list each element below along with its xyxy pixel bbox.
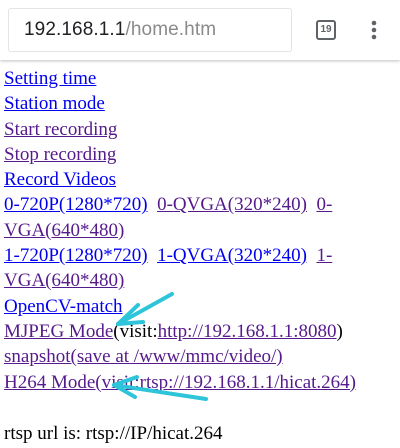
h264-mode-link[interactable]: H264 Mode(visit:rtsp://192.168.1.1/hicat… [4, 372, 356, 393]
browser-toolbar: 192.168.1.1/home.htm 19 [0, 0, 400, 60]
tab-switcher-button[interactable]: 19 [312, 16, 340, 44]
url-host: 192.168.1.1 [24, 19, 126, 40]
start-recording-link[interactable]: Start recording [4, 119, 117, 140]
res-0-qvga-link[interactable]: 0-QVGA(320*240) [157, 194, 307, 215]
mjpeg-visit-prefix: (visit: [113, 320, 158, 342]
stop-recording-link[interactable]: Stop recording [4, 144, 116, 165]
opencv-match-link[interactable]: OpenCV-match [4, 296, 123, 317]
res-1-qvga-link[interactable]: 1-QVGA(320*240) [157, 245, 307, 266]
record-videos-link[interactable]: Record Videos [4, 169, 116, 190]
setting-time-link[interactable]: Setting time [4, 68, 96, 89]
mjpeg-mode-link[interactable]: MJPEG Mode [4, 321, 113, 342]
snapshot-link[interactable]: snapshot(save at /www/mmc/video/) [4, 346, 283, 367]
mjpeg-url-link[interactable]: http://192.168.1.1:8080 [158, 321, 337, 342]
res-0-720p-link[interactable]: 0-720P(1280*720) [4, 194, 148, 215]
station-mode-link[interactable]: Station mode [4, 93, 105, 114]
more-vert-icon [371, 20, 377, 40]
address-bar[interactable]: 192.168.1.1/home.htm [8, 8, 292, 52]
url-path: /home.htm [125, 19, 217, 40]
tab-switcher-icon: 19 [316, 20, 336, 40]
rtsp-url-note: rtsp url is: rtsp://IP/hicat.264 [4, 422, 223, 444]
res-1-720p-link[interactable]: 1-720P(1280*720) [4, 245, 148, 266]
url-text[interactable]: 192.168.1.1/home.htm [24, 19, 216, 41]
mjpeg-visit-suffix: ) [336, 320, 343, 342]
page-content: Setting time Station mode Start recordin… [4, 66, 396, 446]
overflow-menu-button[interactable] [362, 14, 386, 46]
